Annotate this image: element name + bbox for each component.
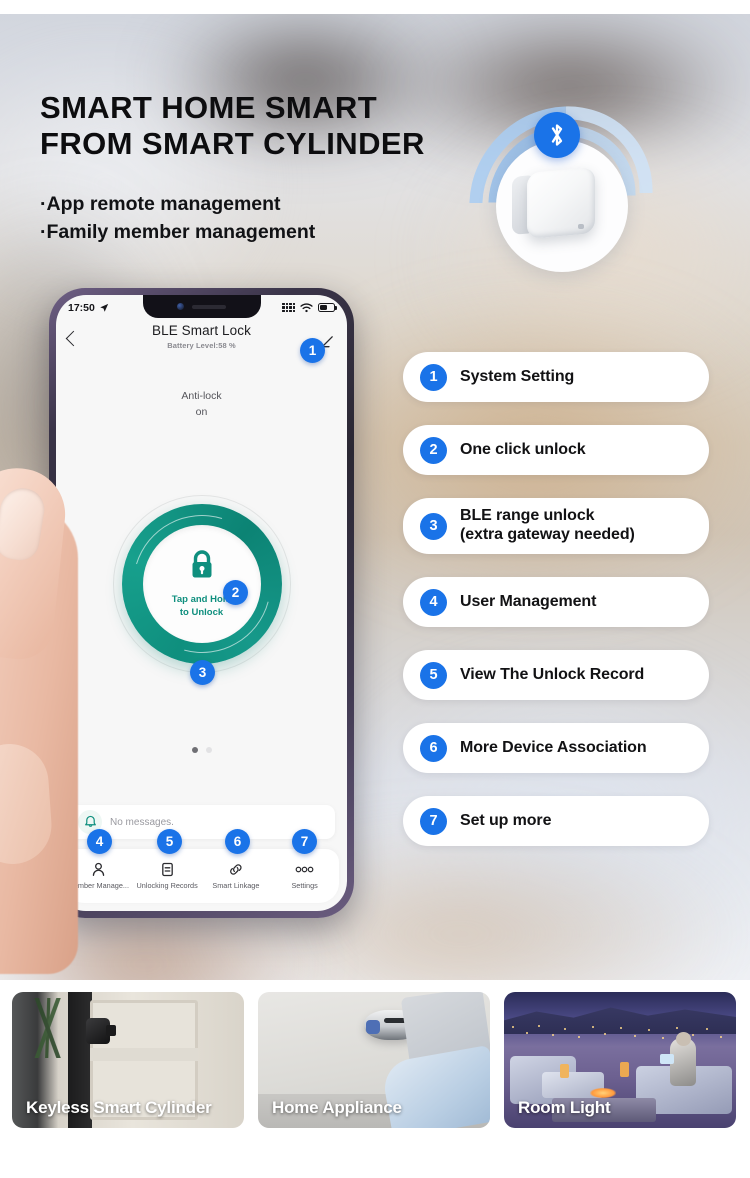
feature-label-3-line-1: BLE range unlock xyxy=(460,507,595,525)
nav-label-unlocking-records: Unlocking Records xyxy=(136,881,198,890)
hand-holding-phone xyxy=(0,444,130,980)
nav-item-unlocking-records[interactable]: Unlocking Records xyxy=(133,862,202,890)
unlock-dial[interactable]: Tap and Hold to Unlock xyxy=(107,489,296,679)
callout-badge-5[interactable]: 5 xyxy=(157,829,182,854)
subheadline-list: ·App remote management ·Family member ma… xyxy=(40,190,315,247)
nav-item-settings[interactable]: Settings xyxy=(270,862,339,890)
plant-decor xyxy=(22,998,74,1058)
feature-item-2[interactable]: 2 One click unlock xyxy=(403,425,709,475)
feature-number-5: 5 xyxy=(420,661,447,689)
earpiece-speaker xyxy=(192,304,226,309)
headline-line-1: SMART HOME SMART xyxy=(40,90,378,125)
callout-badge-1[interactable]: 1 xyxy=(300,338,325,363)
bluetooth-icon xyxy=(534,112,580,158)
feature-label-2: One click unlock xyxy=(460,440,586,458)
anti-lock-state: on xyxy=(195,405,208,418)
feature-item-3[interactable]: 3 BLE range unlock (extra gateway needed… xyxy=(403,498,709,554)
nav-label-settings: Settings xyxy=(291,881,318,890)
page-dot-2[interactable] xyxy=(205,747,212,753)
dial-instruction-line-1: Tap and Hold xyxy=(171,593,232,605)
robot-vacuum-sensor xyxy=(366,1020,380,1034)
feature-number-6: 6 xyxy=(420,734,447,762)
list-document-icon xyxy=(161,862,173,877)
padlock-icon xyxy=(187,549,217,586)
feature-number-3: 3 xyxy=(420,512,447,540)
feature-number-7: 7 xyxy=(420,807,447,835)
callout-badge-2[interactable]: 2 xyxy=(223,580,248,605)
headline: SMART HOME SMART FROM SMART CYLINDER xyxy=(40,90,425,162)
front-camera-icon xyxy=(177,303,184,310)
callout-badge-3[interactable]: 3 xyxy=(190,660,215,685)
signal-dots-icon xyxy=(282,302,295,313)
feature-list: 1 System Setting 2 One click unlock 3 BL… xyxy=(403,352,709,869)
hero-banner: SMART HOME SMART FROM SMART CYLINDER ·Ap… xyxy=(0,14,750,980)
bottom-card-keyless-smart-cylinder[interactable]: Keyless Smart Cylinder xyxy=(12,992,244,1128)
subheadline-item-2: ·Family member management xyxy=(40,221,316,244)
app-title: BLE Smart Lock xyxy=(152,323,251,338)
status-time: 17:50 xyxy=(68,301,95,314)
feature-label-3-line-2: (extra gateway needed) xyxy=(460,526,635,543)
bluetooth-gateway-illustration xyxy=(431,68,691,328)
feature-number-1: 1 xyxy=(420,363,447,391)
door-rail xyxy=(90,1048,198,1061)
gateway-device-body xyxy=(527,167,595,239)
dial-instruction: Tap and Hold to Unlock xyxy=(172,594,231,620)
nav-item-smart-linkage[interactable]: Smart Linkage xyxy=(202,862,271,890)
bottom-card-strip: Keyless Smart Cylinder Home Appliance Ro… xyxy=(0,980,750,1178)
bottom-card-caption-1: Keyless Smart Cylinder xyxy=(26,1098,212,1117)
feature-number-2: 2 xyxy=(420,436,447,464)
page-dot-1[interactable] xyxy=(191,747,198,753)
anti-lock-label: Anti-lock xyxy=(181,390,222,402)
feature-label-1: System Setting xyxy=(460,367,575,385)
city-lights xyxy=(504,1022,736,1044)
location-arrow-icon xyxy=(100,303,109,312)
battery-icon xyxy=(318,303,337,312)
gateway-led-icon xyxy=(578,224,584,229)
fire-bowl xyxy=(590,1088,616,1098)
phone-notch xyxy=(142,295,261,318)
feature-label-6: More Device Association xyxy=(460,738,647,756)
callout-badge-6[interactable]: 6 xyxy=(225,829,250,854)
subheadline-item-1: ·App remote management xyxy=(40,193,281,215)
seated-person-head xyxy=(676,1032,691,1046)
more-dots-icon xyxy=(295,866,314,873)
callout-badge-7[interactable]: 7 xyxy=(292,829,317,854)
bottom-card-room-light[interactable]: Room Light xyxy=(504,992,736,1128)
bottom-cards: Keyless Smart Cylinder Home Appliance Ro… xyxy=(12,992,736,1128)
feature-item-5[interactable]: 5 View The Unlock Record xyxy=(403,650,709,700)
tablet-device xyxy=(660,1054,674,1064)
anti-lock-status: Anti-lock on xyxy=(56,389,347,421)
feature-item-1[interactable]: 1 System Setting xyxy=(403,352,709,402)
nav-label-smart-linkage: Smart Linkage xyxy=(212,881,260,890)
bottom-card-home-appliance[interactable]: Home Appliance xyxy=(258,992,490,1128)
wifi-icon xyxy=(300,302,313,312)
feature-item-6[interactable]: 6 More Device Association xyxy=(403,723,709,773)
bottom-card-caption-2: Home Appliance xyxy=(272,1098,402,1117)
feature-label-3: BLE range unlock (extra gateway needed) xyxy=(460,507,635,544)
headline-line-2: FROM SMART CYLINDER xyxy=(40,125,425,161)
dial-instruction-line-2: to Unlock xyxy=(179,606,224,618)
feature-label-5: View The Unlock Record xyxy=(460,665,645,683)
feature-item-4[interactable]: 4 User Management xyxy=(403,577,709,627)
feature-label-7: Set up more xyxy=(460,811,552,829)
feature-number-4: 4 xyxy=(420,588,447,616)
lamp-left xyxy=(560,1064,569,1078)
link-chain-icon xyxy=(229,864,242,875)
bottom-card-caption-3: Room Light xyxy=(518,1098,611,1117)
feature-item-7[interactable]: 7 Set up more xyxy=(403,796,709,846)
feature-label-4: User Management xyxy=(460,592,597,610)
smart-cylinder-stem xyxy=(106,1025,116,1036)
lamp-right xyxy=(620,1062,629,1077)
top-white-strip xyxy=(0,0,750,14)
